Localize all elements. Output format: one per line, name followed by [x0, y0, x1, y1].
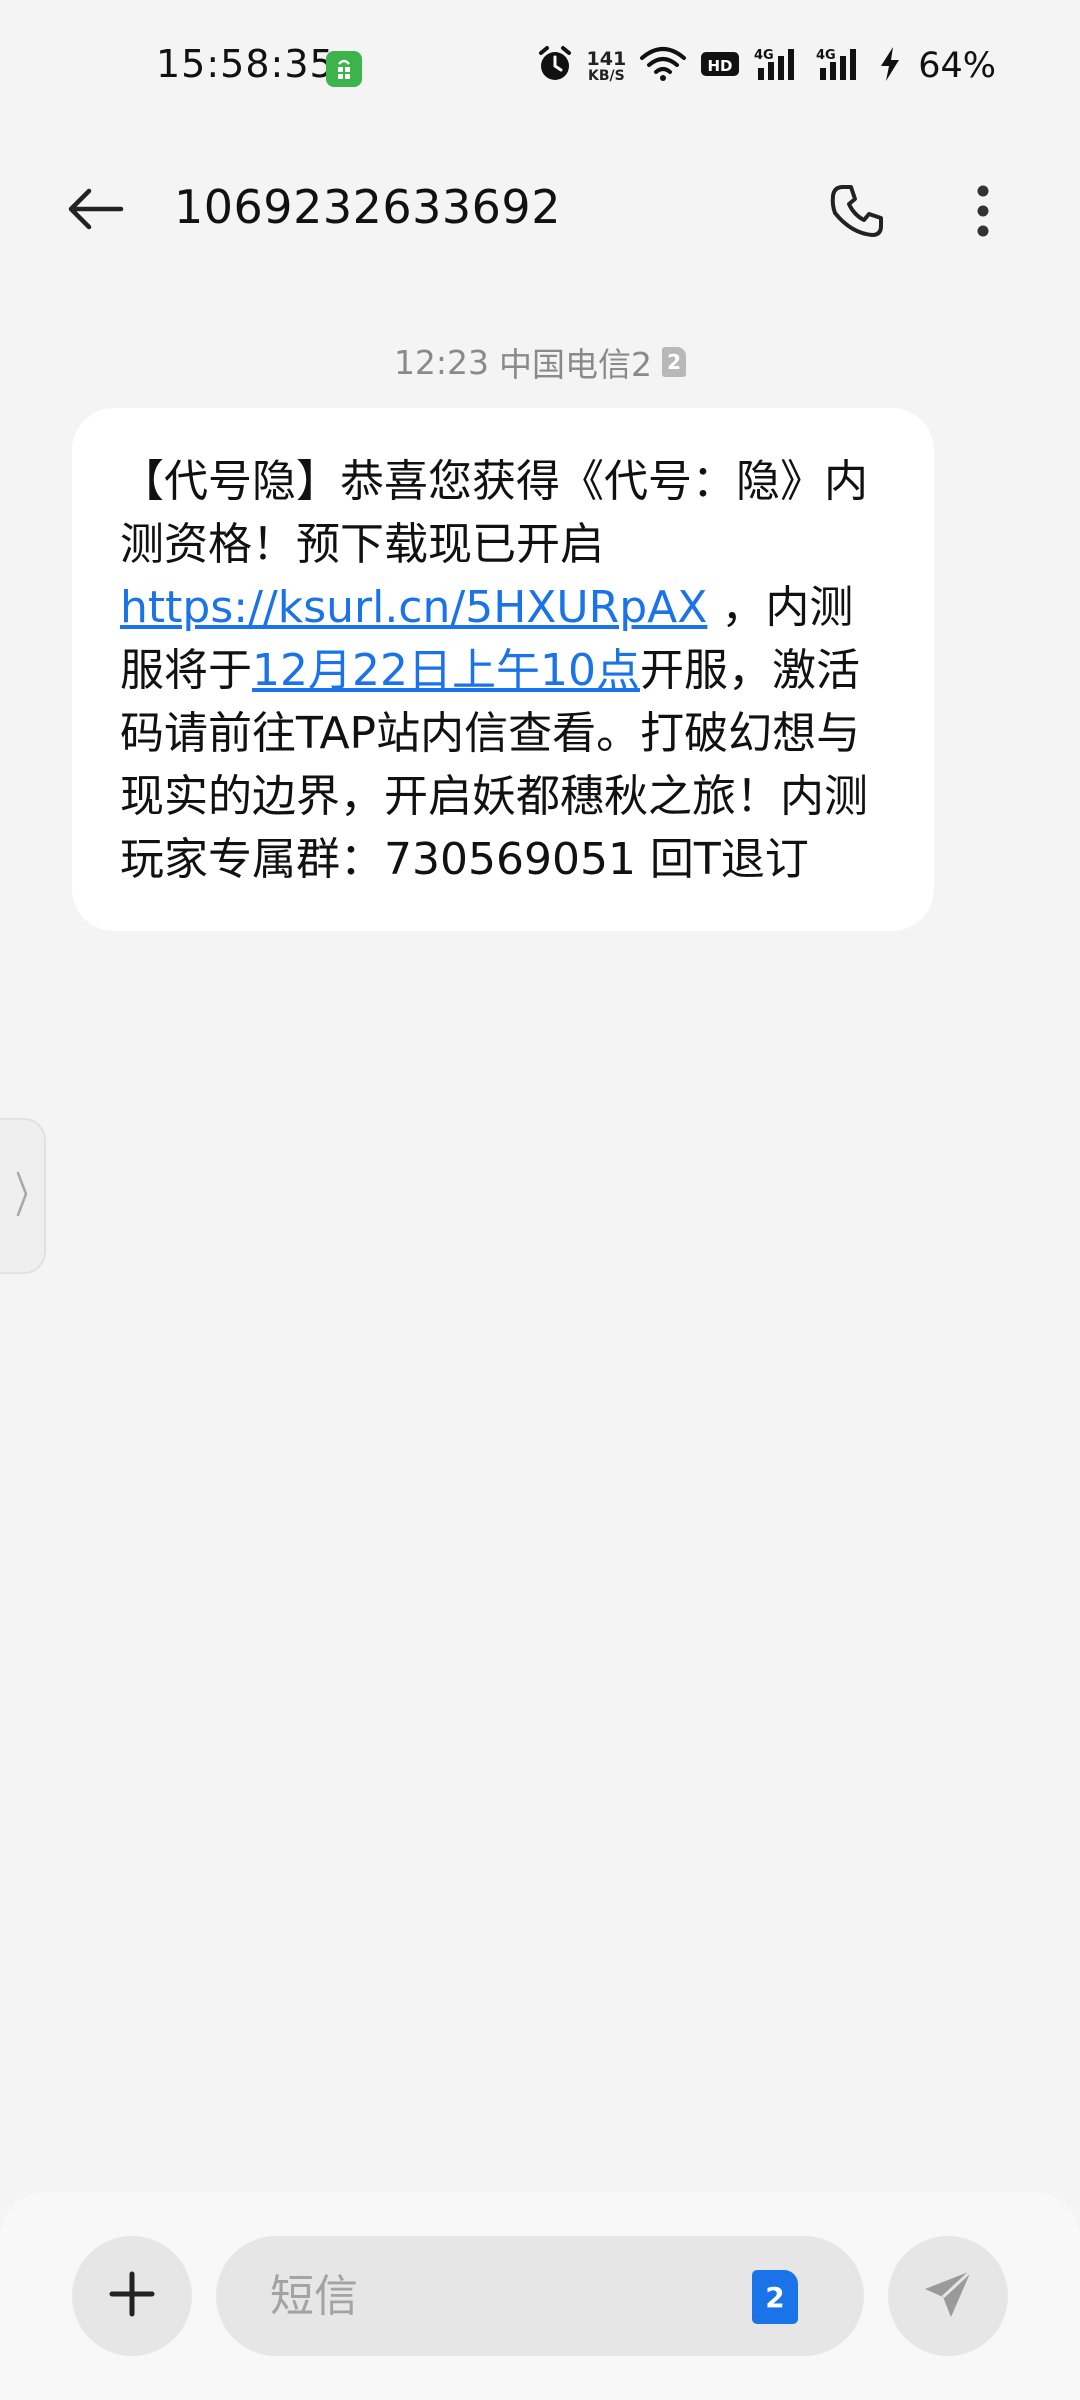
battery-percent: 64%: [918, 46, 996, 86]
status-bar: 15:58:35 141 KB/S HD 4G 4G 64%: [0, 0, 1080, 130]
network-speed-unit: KB/S: [588, 67, 625, 84]
more-options-button[interactable]: [958, 180, 1008, 246]
alarm-icon: [537, 45, 573, 87]
chevron-right-icon: [15, 1170, 29, 1222]
add-attachment-button[interactable]: [72, 2236, 192, 2356]
conversation-header: 1069232633692: [0, 150, 1080, 270]
send-icon: [921, 2267, 975, 2325]
hd-label: HD: [708, 57, 733, 75]
page-title: 1069232633692: [174, 180, 561, 234]
signal-2-label: 4G: [816, 48, 836, 63]
hd-icon: HD: [700, 49, 740, 83]
wifi-icon: [640, 46, 687, 86]
signal-2-icon: 4G: [816, 46, 864, 86]
message-text-part1: 【代号隐】恭喜您获得《代号：隐》内测资格！预下载现已开启: [120, 456, 868, 570]
status-icons: 141 KB/S HD 4G 4G 64%: [537, 44, 996, 88]
signal-1-label: 4G: [754, 48, 774, 63]
charging-icon: [878, 46, 902, 86]
message-link[interactable]: https://ksurl.cn/5HXURpAX: [120, 582, 707, 633]
message-carrier: 中国电信2: [499, 345, 653, 384]
sim-select-icon[interactable]: 2: [752, 2270, 798, 2324]
side-panel-handle[interactable]: [0, 1118, 46, 1274]
message-composer: 2: [0, 2192, 1080, 2400]
message-date-link[interactable]: 12月22日上午10点: [252, 645, 640, 696]
message-bubble[interactable]: 【代号隐】恭喜您获得《代号：隐》内测资格！预下载现已开启 https://ksur…: [72, 408, 934, 931]
message-time: 12:23: [393, 342, 490, 382]
status-time: 15:58:35: [156, 42, 335, 86]
app-notification-icon: [326, 51, 362, 87]
message-input-container: 2: [216, 2236, 864, 2356]
back-button[interactable]: [60, 184, 130, 238]
more-vertical-icon: [976, 184, 990, 242]
back-arrow-icon: [65, 187, 125, 235]
message-timestamp-row: 12:23 中国电信2 2: [0, 338, 1080, 386]
send-button[interactable]: [888, 2236, 1008, 2356]
phone-icon: [829, 183, 885, 243]
call-button[interactable]: [824, 180, 890, 246]
sim-badge-icon: 2: [662, 347, 687, 377]
message-input[interactable]: [270, 2236, 750, 2356]
network-speed: 141 KB/S: [586, 47, 627, 84]
signal-1-icon: 4G: [754, 46, 802, 86]
messages-screen: 15:58:35 141 KB/S HD 4G 4G 64% 106923263…: [0, 0, 1080, 2400]
plus-icon: [108, 2270, 156, 2322]
network-speed-value: 141: [586, 47, 627, 70]
